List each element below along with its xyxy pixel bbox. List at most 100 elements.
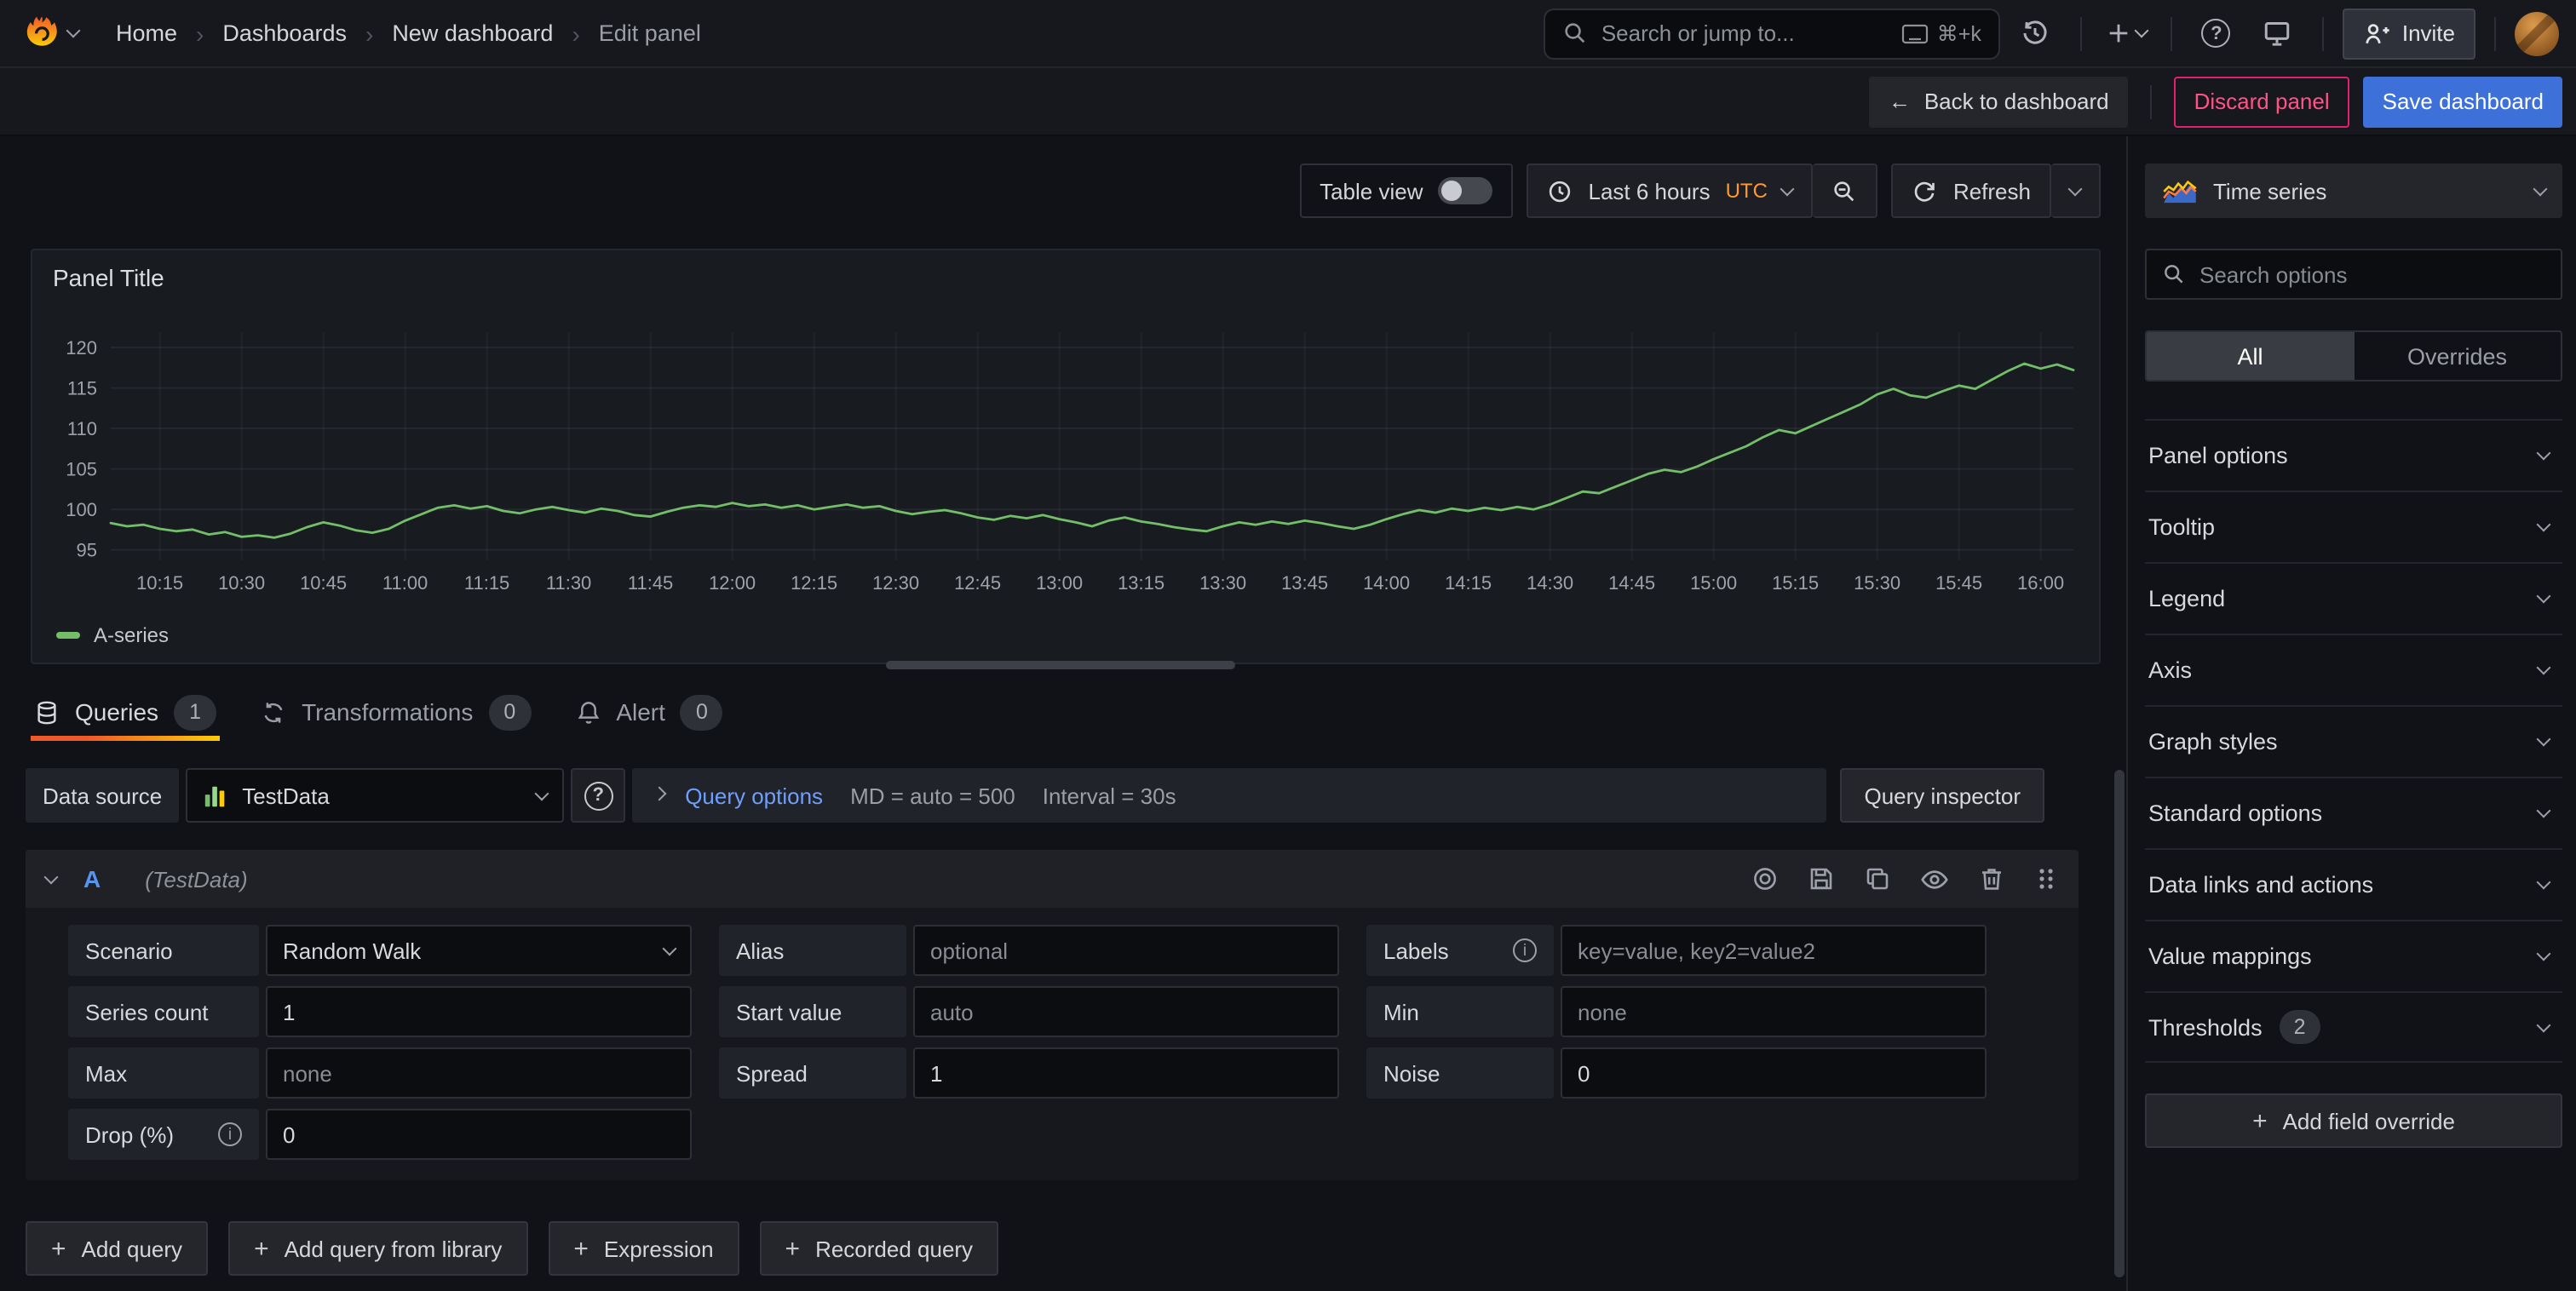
visualization-picker[interactable]: Time series	[2145, 164, 2562, 218]
horizontal-scrollbar[interactable]	[886, 661, 1235, 669]
section-graph-styles[interactable]: Graph styles	[2145, 705, 2562, 777]
breadcrumb-new-dashboard[interactable]: New dashboard	[392, 20, 553, 46]
discard-panel-button[interactable]: Discard panel	[2174, 76, 2350, 127]
refresh-interval-button[interactable]	[2051, 164, 2101, 218]
section-legend[interactable]: Legend	[2145, 562, 2562, 634]
labels-input[interactable]	[1561, 925, 1987, 976]
chart-svg: 10:1510:3010:4511:0011:1511:3011:4512:00…	[53, 322, 2080, 611]
refresh-button[interactable]: Refresh	[1892, 164, 2051, 218]
eye-icon[interactable]	[1920, 864, 1949, 893]
breadcrumb-separator: ›	[196, 20, 204, 47]
series-count-input[interactable]	[266, 986, 692, 1037]
plus-icon: +	[254, 1236, 269, 1261]
section-tooltip[interactable]: Tooltip	[2145, 491, 2562, 562]
query-editor-card: A (TestData) Scenario	[26, 850, 2079, 1180]
query-inspector-button[interactable]: Query inspector	[1840, 768, 2044, 823]
display-button[interactable]	[2252, 8, 2303, 59]
scrollbar-thumb[interactable]	[2114, 770, 2125, 1277]
alert-count-badge: 0	[681, 694, 723, 730]
save-icon[interactable]	[1808, 865, 1835, 892]
filter-tab-all[interactable]: All	[2147, 332, 2354, 380]
copy-icon[interactable]	[1864, 865, 1891, 892]
table-view-toggle[interactable]	[1439, 177, 1493, 204]
section-axis[interactable]: Axis	[2145, 634, 2562, 705]
chevron-down-icon	[2537, 804, 2551, 818]
zoom-out-button[interactable]	[1814, 164, 1878, 218]
noise-input[interactable]	[1561, 1047, 1987, 1099]
plus-icon: +	[51, 1236, 66, 1261]
options-search-input[interactable]: Search options	[2145, 249, 2562, 300]
breadcrumb: Home › Dashboards › New dashboard › Edit…	[116, 20, 701, 47]
plus-icon: +	[2252, 1108, 2268, 1133]
trash-icon[interactable]	[1978, 865, 2005, 892]
max-data-points-summary: MD = auto = 500	[850, 783, 1015, 808]
section-thresholds[interactable]: Thresholds 2	[2145, 991, 2562, 1063]
start-value-input[interactable]	[913, 986, 1339, 1037]
add-expression-button[interactable]: + Expression	[548, 1221, 739, 1276]
spread-label: Spread	[719, 1047, 906, 1099]
add-recorded-query-button[interactable]: + Recorded query	[760, 1221, 999, 1276]
datasource-help-button[interactable]: ?	[571, 768, 625, 823]
panel-edit-area: Table view Last 6 hours UTC	[0, 136, 2114, 1291]
help-button[interactable]: ?	[2191, 8, 2242, 59]
tab-transformations[interactable]: Transformations 0	[257, 683, 534, 741]
time-series-chart[interactable]: 10:1510:3010:4511:0011:1511:3011:4512:00…	[53, 322, 2080, 611]
time-range-picker[interactable]: Last 6 hours UTC	[1527, 164, 1814, 218]
collapse-chevron-icon[interactable]	[44, 869, 59, 884]
drop-input[interactable]	[266, 1109, 692, 1160]
chevron-down-icon	[2537, 589, 2551, 604]
query-ref-id[interactable]: A	[83, 865, 101, 892]
arrow-left-icon: ←	[1889, 89, 1911, 114]
history-button[interactable]	[2010, 8, 2061, 59]
spread-input[interactable]	[913, 1047, 1339, 1099]
timezone-label: UTC	[1726, 179, 1768, 203]
tab-queries[interactable]: Queries 1	[31, 683, 220, 741]
search-input[interactable]: Search or jump to... ⌘+k	[1544, 8, 2000, 59]
table-view-label: Table view	[1320, 178, 1423, 204]
form-row: Series count Start value Min	[68, 986, 2058, 1037]
options-sections: Panel options Tooltip Legend Axis Graph …	[2145, 419, 2562, 1063]
back-to-dashboard-button[interactable]: ← Back to dashboard	[1870, 76, 2128, 127]
svg-text:10:45: 10:45	[300, 572, 347, 594]
section-panel-options[interactable]: Panel options	[2145, 419, 2562, 491]
chevron-down-icon	[2068, 181, 2083, 196]
record-icon[interactable]	[1751, 865, 1779, 892]
vertical-scrollbar[interactable]	[2114, 136, 2126, 1291]
filter-tab-overrides[interactable]: Overrides	[2354, 332, 2561, 380]
datasource-picker[interactable]: TestData	[186, 768, 564, 823]
drag-handle-icon[interactable]	[2034, 865, 2058, 892]
breadcrumb-dashboards[interactable]: Dashboards	[222, 20, 347, 46]
panel-options-sidebar: Time series Search options All Overrides…	[2126, 136, 2576, 1291]
chevron-down-icon	[2537, 518, 2551, 532]
query-actions	[1751, 864, 2058, 893]
new-menu-button[interactable]	[2101, 8, 2152, 59]
user-avatar[interactable]	[2515, 11, 2559, 55]
form-row: Max Spread Noise	[68, 1047, 2058, 1099]
section-standard-options[interactable]: Standard options	[2145, 777, 2562, 848]
add-query-from-library-button[interactable]: + Add query from library	[228, 1221, 527, 1276]
query-options-link[interactable]: Query options	[685, 783, 823, 808]
edit-panel-header: ← Back to dashboard Discard panel Save d…	[0, 68, 2576, 136]
section-value-mappings[interactable]: Value mappings	[2145, 920, 2562, 991]
grafana-logo-icon	[24, 15, 60, 51]
tab-alert[interactable]: Alert 0	[572, 683, 727, 741]
info-icon[interactable]: i	[1513, 938, 1537, 962]
max-input[interactable]	[266, 1047, 692, 1099]
series-legend-label[interactable]: A-series	[94, 623, 169, 647]
min-input[interactable]	[1561, 986, 1987, 1037]
add-query-button[interactable]: + Add query	[26, 1221, 208, 1276]
scenario-select[interactable]: Random Walk	[266, 925, 692, 976]
scenario-label: Scenario	[68, 925, 259, 976]
time-series-viz-icon	[2162, 178, 2198, 204]
breadcrumb-home[interactable]: Home	[116, 20, 177, 46]
svg-text:15:30: 15:30	[1854, 572, 1900, 594]
invite-button[interactable]: Invite	[2343, 8, 2475, 59]
add-field-override-button[interactable]: + Add field override	[2145, 1093, 2562, 1148]
info-icon[interactable]: i	[218, 1122, 242, 1146]
alias-input[interactable]	[913, 925, 1339, 976]
save-dashboard-button[interactable]: Save dashboard	[2364, 76, 2562, 127]
svg-text:110: 110	[67, 418, 97, 439]
grafana-logo-button[interactable]	[17, 15, 85, 51]
section-data-links-and-actions[interactable]: Data links and actions	[2145, 848, 2562, 920]
refresh-group: Refresh	[1892, 164, 2101, 218]
